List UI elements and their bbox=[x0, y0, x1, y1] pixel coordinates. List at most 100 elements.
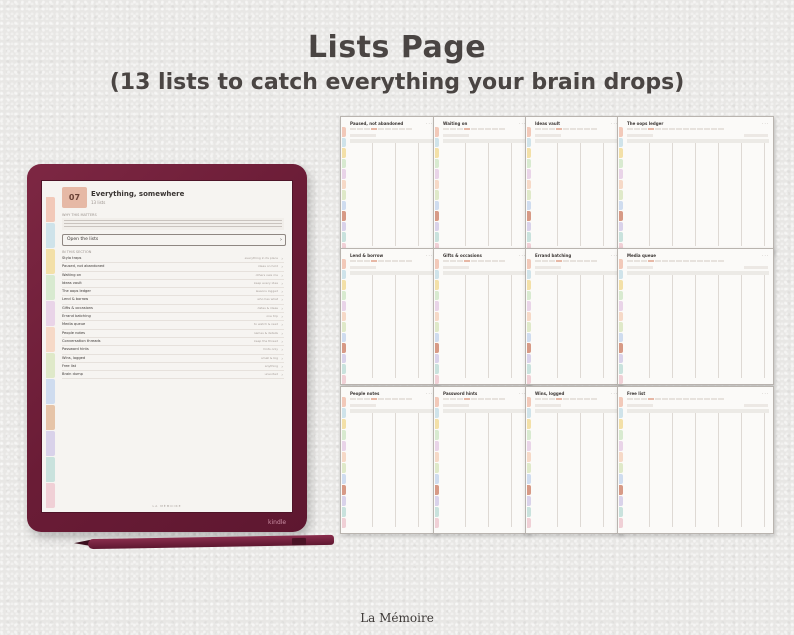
page-tab-6 bbox=[619, 463, 623, 473]
page-tab-4 bbox=[435, 301, 439, 311]
page-pill bbox=[641, 260, 647, 262]
page-tab-9 bbox=[342, 221, 346, 231]
page-tab-4 bbox=[619, 169, 623, 179]
list-item[interactable]: Wins, logged small & big › bbox=[62, 355, 284, 363]
page-pill bbox=[535, 128, 541, 130]
list-item[interactable]: Stylo traps everything in its place › bbox=[62, 255, 284, 264]
arrow-right-icon: › bbox=[280, 237, 282, 243]
page-tab-6 bbox=[527, 190, 531, 200]
page-pill bbox=[392, 398, 398, 400]
page-pill bbox=[648, 128, 654, 130]
list-item[interactable]: Paused, not abandoned ideas on hold › bbox=[62, 263, 284, 272]
page-tab-6 bbox=[619, 322, 623, 332]
page-pill bbox=[542, 398, 548, 400]
page-tab-3 bbox=[435, 290, 439, 300]
page-tab-4 bbox=[342, 441, 346, 451]
page-pill bbox=[542, 260, 548, 262]
page-title: Paused, not abandoned bbox=[350, 121, 404, 126]
page-pill bbox=[570, 260, 576, 262]
screen-tab-1[interactable] bbox=[46, 223, 55, 248]
chevron-right-icon: › bbox=[281, 330, 283, 336]
screen-tab-6[interactable] bbox=[46, 353, 55, 378]
page-month-pills bbox=[535, 260, 597, 262]
screen-tab-10[interactable] bbox=[46, 457, 55, 482]
list-item[interactable]: Media queue to watch & read › bbox=[62, 321, 284, 330]
page-tab-0 bbox=[342, 127, 346, 137]
page-title: Free list bbox=[627, 391, 646, 396]
page-tab-5 bbox=[342, 179, 346, 189]
page-table-grid bbox=[443, 275, 526, 378]
page-pill bbox=[676, 398, 682, 400]
page-pill bbox=[683, 398, 689, 400]
list-item-label: Waiting on bbox=[62, 272, 82, 277]
screen-tab-2[interactable] bbox=[46, 249, 55, 274]
list-item[interactable]: Brain dump unsorted › bbox=[62, 371, 284, 380]
page-tab-9 bbox=[619, 496, 623, 506]
screen-tab-7[interactable] bbox=[46, 379, 55, 404]
page-month-pills bbox=[627, 398, 724, 400]
page-month-pills bbox=[443, 128, 505, 130]
page-tab-10 bbox=[342, 364, 346, 374]
page-field bbox=[350, 404, 376, 407]
list-item[interactable]: Lend & borrow who has what › bbox=[62, 296, 284, 305]
page-tab-5 bbox=[619, 179, 623, 189]
screen-tab-0[interactable] bbox=[46, 197, 55, 222]
page-tab-7 bbox=[527, 474, 531, 484]
page-tab-2 bbox=[619, 148, 623, 158]
page-pill bbox=[535, 260, 541, 262]
list-item[interactable]: Gifts & occasions dates & ideas › bbox=[62, 305, 284, 314]
page-pill bbox=[718, 398, 724, 400]
screen-tab-5[interactable] bbox=[46, 327, 55, 352]
list-item-label: Stylo traps bbox=[62, 256, 82, 260]
page-tab-7 bbox=[342, 474, 346, 484]
page-tab-2 bbox=[342, 419, 346, 429]
open-lists-button[interactable]: Open the lists › bbox=[62, 234, 286, 246]
page-tab-1 bbox=[435, 137, 439, 147]
screen-tab-4[interactable] bbox=[46, 301, 55, 326]
list-item[interactable]: Password hints hints only › bbox=[62, 346, 284, 355]
page-pill bbox=[478, 260, 484, 262]
page-tab-3 bbox=[435, 158, 439, 168]
page-pill bbox=[392, 260, 398, 262]
page-tab-0 bbox=[435, 259, 439, 269]
screen-tab-3[interactable] bbox=[46, 275, 55, 300]
chevron-right-icon: › bbox=[281, 272, 283, 278]
page-pill bbox=[378, 128, 384, 130]
page-pill bbox=[627, 260, 633, 262]
page-month-pills bbox=[350, 128, 412, 130]
list-item[interactable]: People notes names & details › bbox=[62, 330, 284, 338]
chevron-right-icon: › bbox=[281, 347, 283, 353]
page-pill bbox=[464, 128, 470, 130]
page-tab-7 bbox=[435, 200, 439, 210]
list-item[interactable]: Conversation threads keep the thread › bbox=[62, 338, 284, 347]
page-table-grid bbox=[627, 143, 769, 246]
page-title: Ideas vault bbox=[535, 121, 560, 126]
page-pill bbox=[577, 128, 583, 130]
list-item[interactable]: Waiting on others owe me › bbox=[62, 272, 284, 280]
page-pill bbox=[577, 260, 583, 262]
list-page-thumbnail: Paused, not abandoned ··· bbox=[340, 116, 438, 253]
page-pill bbox=[457, 128, 463, 130]
page-title: Waiting on bbox=[443, 121, 468, 126]
page-pill bbox=[399, 128, 405, 130]
page-pill bbox=[399, 398, 405, 400]
page-tab-0 bbox=[342, 397, 346, 407]
list-page-thumbnail: The oops ledger ··· bbox=[617, 116, 774, 253]
page-nav-dots-icon: ··· bbox=[762, 121, 769, 126]
page-tab-9 bbox=[527, 496, 531, 506]
page-tab-7 bbox=[435, 332, 439, 342]
list-item[interactable]: Errand batching one trip › bbox=[62, 313, 284, 322]
page-pill bbox=[450, 398, 456, 400]
list-item[interactable]: The oops ledger lessons logged › bbox=[62, 288, 284, 297]
list-item[interactable]: Ideas vault keep every idea › bbox=[62, 280, 284, 289]
screen-tab-8[interactable] bbox=[46, 405, 55, 430]
page-tab-0 bbox=[619, 259, 623, 269]
page-pill bbox=[450, 260, 456, 262]
list-item[interactable]: Free list anything › bbox=[62, 363, 284, 372]
page-pill bbox=[577, 398, 583, 400]
page-pill bbox=[499, 398, 505, 400]
screen-tab-9[interactable] bbox=[46, 431, 55, 456]
page-tab-10 bbox=[342, 507, 346, 517]
page-pill bbox=[485, 398, 491, 400]
page-pill bbox=[471, 260, 477, 262]
